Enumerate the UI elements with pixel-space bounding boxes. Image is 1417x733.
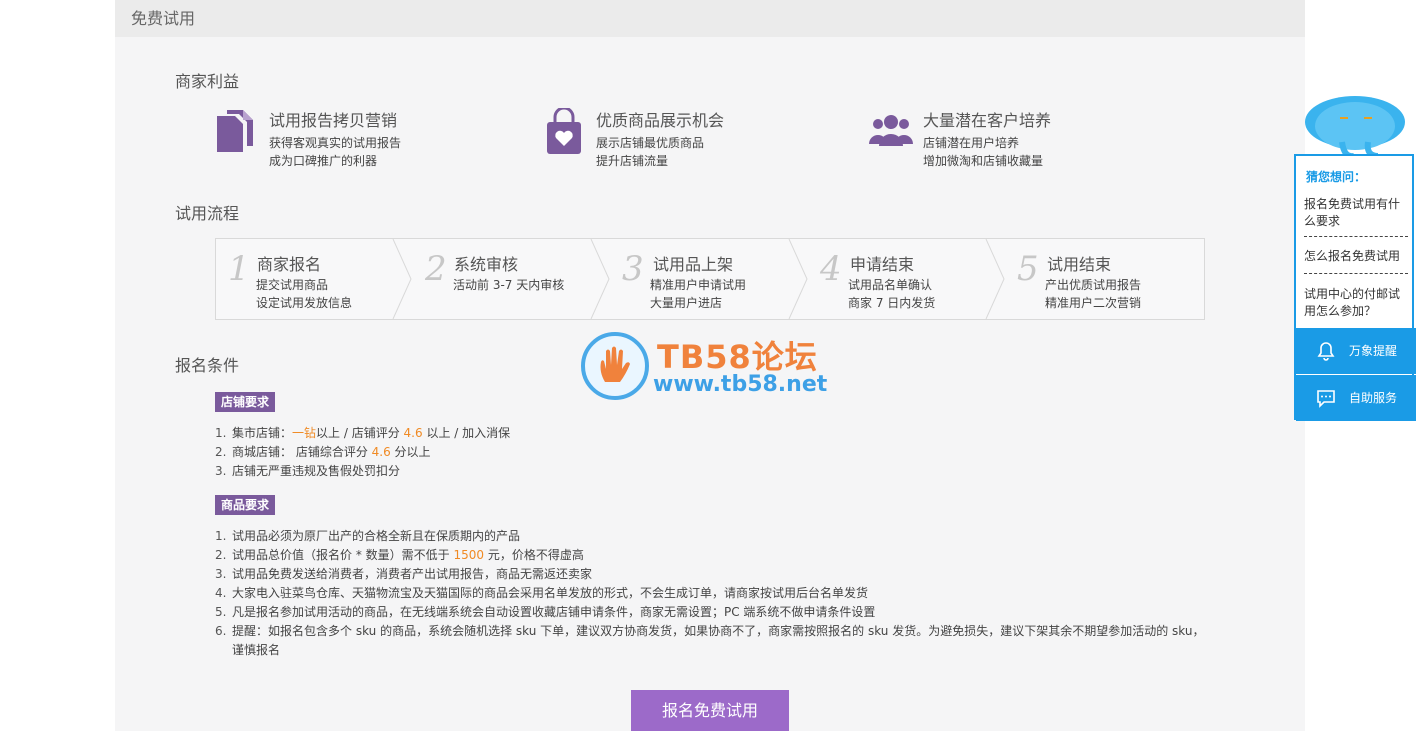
document-copy-icon (217, 110, 253, 152)
signup-free-trial-button[interactable]: 报名免费试用 (631, 690, 789, 731)
step-title: 试用结束 (1047, 255, 1112, 274)
forum-watermark: TB58论坛 www.tb58.net (581, 332, 841, 402)
users-group-icon (869, 115, 913, 146)
benefit-title: 试用报告拷贝营销 (269, 111, 398, 130)
shopping-bag-heart-icon (547, 108, 581, 154)
reminder-label: 万象提醒 (1349, 344, 1398, 358)
process-step: 1 商家报名 提交试用商品 设定试用发放信息 (216, 239, 414, 319)
step-number: 5 (1017, 249, 1039, 289)
step-divider-arrow (985, 239, 1005, 319)
conditions-title: 报名条件 (175, 356, 240, 375)
faq-box: 猜您想问： 报名免费试用有什么要求 怎么报名免费试用 试用中心的付邮试用怎么参加… (1294, 154, 1416, 421)
list-item: 1. 集市店铺：一钻以上 / 店铺评分 4.6 以上 / 加入消保 (215, 426, 511, 440)
benefit-item: 试用报告拷贝营销 获得客观真实的试用报告 成为口碑推广的利器 (215, 104, 515, 174)
faq-question-link[interactable]: 报名免费试用有什么要求 (1304, 196, 1406, 230)
faq-divider (1304, 273, 1408, 274)
product-requirements-tag: 商品要求 (215, 495, 276, 515)
faq-question-link[interactable]: 怎么报名免费试用 (1304, 248, 1406, 265)
step-title: 试用品上架 (653, 255, 734, 274)
step-line: 活动前 3-7 天内审核 (453, 278, 565, 292)
step-number: 3 (622, 249, 644, 289)
faq-question-link[interactable]: 试用中心的付邮试用怎么参加？ (1304, 286, 1406, 320)
step-divider-arrow (788, 239, 808, 319)
elephant-mascot-icon (1305, 96, 1405, 158)
process-step: 4 申请结束 试用品名单确认 商家 7 日内发货 (808, 239, 1006, 319)
faq-heading: 猜您想问： (1306, 170, 1367, 184)
step-divider-arrow (590, 239, 610, 319)
step-line: 商家 7 日内发货 (848, 296, 936, 310)
benefit-line: 展示店铺最优质商品 (596, 136, 705, 150)
step-divider-arrow (392, 239, 412, 319)
process-flow: 1 商家报名 提交试用商品 设定试用发放信息 2 系统审核 活动前 3-7 天内… (215, 238, 1205, 320)
benefit-item: 大量潜在客户培养 店铺潜在用户培养 增加微淘和店铺收藏量 (869, 104, 1169, 174)
step-line: 试用品名单确认 (848, 278, 933, 292)
shop-requirements-tag: 店铺要求 (215, 392, 276, 412)
shop-requirements-list: 1. 集市店铺：一钻以上 / 店铺评分 4.6 以上 / 加入消保 2. 商城店铺：… (215, 424, 510, 481)
panel-title: 免费试用 (131, 9, 196, 28)
self-service-button[interactable]: 自助服务 (1296, 375, 1416, 421)
step-title: 商家报名 (257, 255, 322, 274)
process-step: 2 系统审核 活动前 3-7 天内审核 (413, 239, 611, 319)
step-title: 系统审核 (454, 255, 519, 274)
process-step: 3 试用品上架 精准用户申请试用 大量用户进店 (610, 239, 808, 319)
step-line: 大量用户进店 (650, 296, 723, 310)
benefit-title: 大量潜在客户培养 (923, 111, 1052, 130)
chat-icon (1317, 390, 1335, 408)
step-line: 提交试用商品 (256, 278, 329, 292)
benefit-line: 店铺潜在用户培养 (923, 136, 1020, 150)
step-line: 设定试用发放信息 (256, 296, 353, 310)
step-title: 申请结束 (850, 255, 915, 274)
benefit-line: 增加微淘和店铺收藏量 (923, 154, 1044, 168)
list-item: 3. 试用品免费发送给消费者，消费者产出试用报告，商品无需返还卖家 (215, 567, 593, 581)
list-item: 6. 提醒：如报名包含多个 sku 的商品，系统会随机选择 sku 下单，建议双方… (215, 624, 1205, 638)
bell-icon (1317, 342, 1335, 361)
benefits-title: 商家利益 (175, 72, 240, 91)
reminder-button[interactable]: 万象提醒 (1296, 328, 1416, 374)
benefit-line: 获得客观真实的试用报告 (269, 136, 402, 150)
step-line: 精准用户二次营销 (1045, 296, 1142, 310)
hand-logo-icon (581, 332, 649, 400)
list-item: 1. 试用品必须为原厂出产的合格全新且在保质期内的产品 (215, 529, 521, 543)
list-item: 2. 商城店铺： 店铺综合评分 4.6 分以上 (215, 445, 431, 459)
process-step: 5 试用结束 产出优质试用报告 精准用户二次营销 (1005, 239, 1203, 319)
list-item: 2. 试用品总价值（报名价 * 数量）需不低于 1500 元，价格不得虚高 (215, 548, 584, 562)
list-item: 4. 大家电入驻菜鸟仓库、天猫物流宝及天猫国际的商品会采用名单发放的形式，不会生成… (215, 586, 869, 600)
benefit-line: 成为口碑推广的利器 (269, 154, 378, 168)
step-number: 1 (228, 249, 250, 289)
step-line: 产出优质试用报告 (1045, 278, 1142, 292)
faq-divider (1304, 236, 1408, 237)
list-item: 谨慎报名 (232, 643, 281, 657)
step-line: 精准用户申请试用 (650, 278, 747, 292)
step-number: 2 (425, 249, 447, 289)
step-number: 4 (820, 249, 842, 289)
watermark-url: www.tb58.net (653, 372, 828, 397)
benefit-line: 提升店铺流量 (596, 154, 669, 168)
benefit-item: 优质商品展示机会 展示店铺最优质商品 提升店铺流量 (542, 104, 842, 174)
process-title: 试用流程 (175, 204, 240, 223)
panel-header: 免费试用 (115, 0, 1305, 37)
self-service-label: 自助服务 (1349, 391, 1398, 405)
list-item: 3. 店铺无严重违规及售假处罚扣分 (215, 464, 401, 478)
benefit-title: 优质商品展示机会 (596, 111, 725, 130)
product-requirements-list: 1. 试用品必须为原厂出产的合格全新且在保质期内的产品 2. 试用品总价值（报名价 … (215, 527, 1204, 660)
list-item: 5. 凡是报名参加试用活动的商品，在无线端系统会自动设置收藏店铺申请条件，商家无需… (215, 605, 876, 619)
